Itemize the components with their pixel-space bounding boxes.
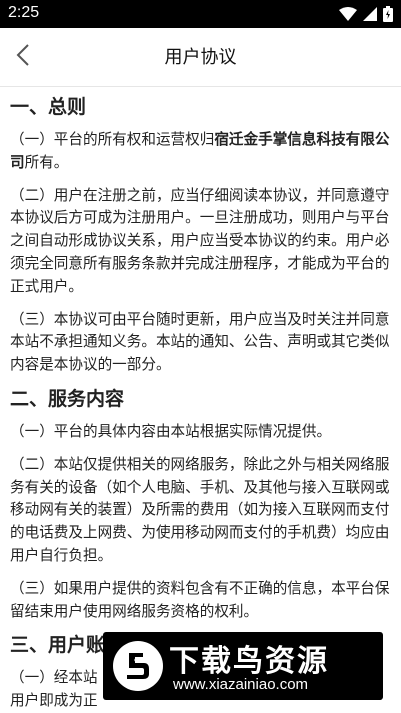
battery-icon [383, 6, 393, 22]
section-service-clause-3: （三）如果用户提供的资料包含有不正确的信息，本平台保留结束用户使用网络服务资格的… [10, 579, 390, 620]
bird-logo-icon [113, 641, 163, 691]
section-general-clause-1: （一）平台的所有权和运营权归宿迁金手掌信息科技有限公司所有。 [10, 131, 390, 171]
section-service-clause-1: （一）平台的具体内容由本站根据实际情况提供。 [10, 422, 332, 440]
watermark-url: www.xiazainiao.com [173, 676, 309, 693]
section-general-clause-2: （二）用户在注册之前，应当仔细阅读本协议，并同意遵守本协议后方可成为注册用户。一… [10, 186, 390, 295]
nav-bar: 用户协议 [0, 28, 401, 87]
status-bar: 2:25 [0, 0, 401, 28]
watermark-text: 下载鸟资源 [169, 644, 329, 679]
section-service-clause-2: （二）本站仅提供相关的网络服务，除此之外与相关网络服务有关的设备（如个人电脑、手… [10, 455, 390, 564]
wifi-icon [339, 7, 357, 21]
signal-icon [363, 7, 377, 21]
section-general-clause-3: （三）本协议可由平台随时更新，用户应当及时关注并同意本站不承担通知义务。本站的通… [10, 310, 390, 374]
page-title: 用户协议 [164, 47, 237, 68]
section-general-title: 一、总则 [10, 96, 87, 118]
agreement-content: 一、总则 （一）平台的所有权和运营权归宿迁金手掌信息科技有限公司所有。 （二）用… [10, 95, 391, 713]
section-service-title: 二、服务内容 [10, 387, 125, 410]
status-time: 2:25 [8, 4, 40, 21]
watermark-overlay: 下载鸟资源 www.xiazainiao.com [103, 632, 383, 700]
status-icons [339, 6, 393, 22]
